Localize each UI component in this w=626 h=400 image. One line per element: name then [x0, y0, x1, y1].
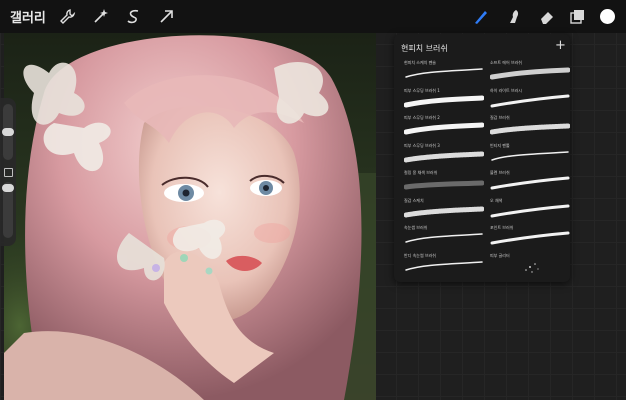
brush-item[interactable]: 피부 스무딩 브러쉬 2: [403, 115, 485, 141]
brush-item[interactable]: 질감 브러쉬: [489, 115, 571, 141]
brush-stroke-preview: [404, 65, 484, 85]
brush-library-panel: 현피치 브러쉬 + 현피치 스케치 펜슬 소프트 에어 브러쉬 피부 스무딩 브러쉬…: [394, 34, 571, 282]
magic-wand-icon[interactable]: [92, 8, 109, 25]
layers-icon[interactable]: [569, 8, 586, 25]
selection-icon[interactable]: [125, 8, 142, 25]
brush-size-slider[interactable]: [2, 104, 14, 160]
add-brush-button[interactable]: +: [555, 39, 566, 52]
brush-stroke-preview: [490, 203, 570, 223]
brush-stroke-preview: [490, 175, 570, 195]
brush-item[interactable]: 피부 스무딩 브러쉬 1: [403, 88, 485, 114]
brush-item[interactable]: 오 채색: [490, 198, 570, 224]
left-sidebar: [0, 98, 16, 246]
brush-stroke-preview: [404, 230, 484, 250]
opacity-slider[interactable]: [2, 182, 14, 238]
brush-icon[interactable]: [472, 8, 489, 25]
brush-stroke-preview: [403, 93, 485, 113]
brush-item[interactable]: 포인트 브러쉬: [490, 225, 570, 251]
brush-item[interactable]: 피부 스무딩 브러쉬 3: [403, 143, 485, 169]
brush-item[interactable]: 속눈썹 브러쉬: [404, 225, 484, 251]
brush-item[interactable]: 현피치 스케치 펜슬: [404, 60, 484, 86]
brush-stroke-preview: [490, 148, 570, 168]
eraser-icon[interactable]: [538, 8, 555, 25]
brush-stroke-preview: [489, 120, 571, 140]
brush-stroke-preview: [490, 258, 570, 278]
brush-stroke-preview: [490, 230, 570, 250]
brush-item[interactable]: 컬링 몽 채색 브러쉬: [403, 170, 485, 196]
brush-stroke-preview: [489, 65, 571, 85]
brush-stroke-preview: [403, 120, 485, 140]
smudge-icon[interactable]: [505, 8, 522, 25]
brush-item[interactable]: 빈티지 펜툴: [490, 143, 570, 169]
brush-size-thumb[interactable]: [2, 128, 14, 136]
brush-item[interactable]: 질감 스케치: [403, 198, 485, 224]
color-picker-button[interactable]: [600, 9, 615, 24]
artwork-canvas[interactable]: [4, 33, 376, 400]
wrench-icon[interactable]: [59, 8, 76, 25]
artwork-illustration: [4, 33, 376, 400]
brush-item[interactable]: 블렌 브러쉬: [490, 170, 570, 196]
opacity-thumb[interactable]: [2, 184, 14, 192]
brush-set-title: 현피치 브러쉬: [401, 44, 448, 53]
brush-stroke-preview: [403, 175, 485, 195]
transform-arrow-icon[interactable]: [158, 8, 175, 25]
gallery-button[interactable]: 갤러리: [10, 7, 46, 26]
brush-item[interactable]: 반디 속눈썹 브러쉬: [404, 253, 484, 279]
brush-item[interactable]: 소프트 에어 브러쉬: [489, 60, 571, 86]
brush-stroke-preview: [404, 258, 484, 278]
modify-square-button[interactable]: [4, 168, 13, 177]
brush-item[interactable]: 피부 글리터: [490, 253, 570, 279]
top-toolbar: 갤러리: [0, 0, 626, 33]
brush-stroke-preview: [490, 93, 570, 113]
brush-stroke-preview: [403, 148, 485, 168]
brush-stroke-preview: [403, 203, 485, 223]
brush-item[interactable]: 하이 라이트 브러시: [490, 88, 570, 114]
